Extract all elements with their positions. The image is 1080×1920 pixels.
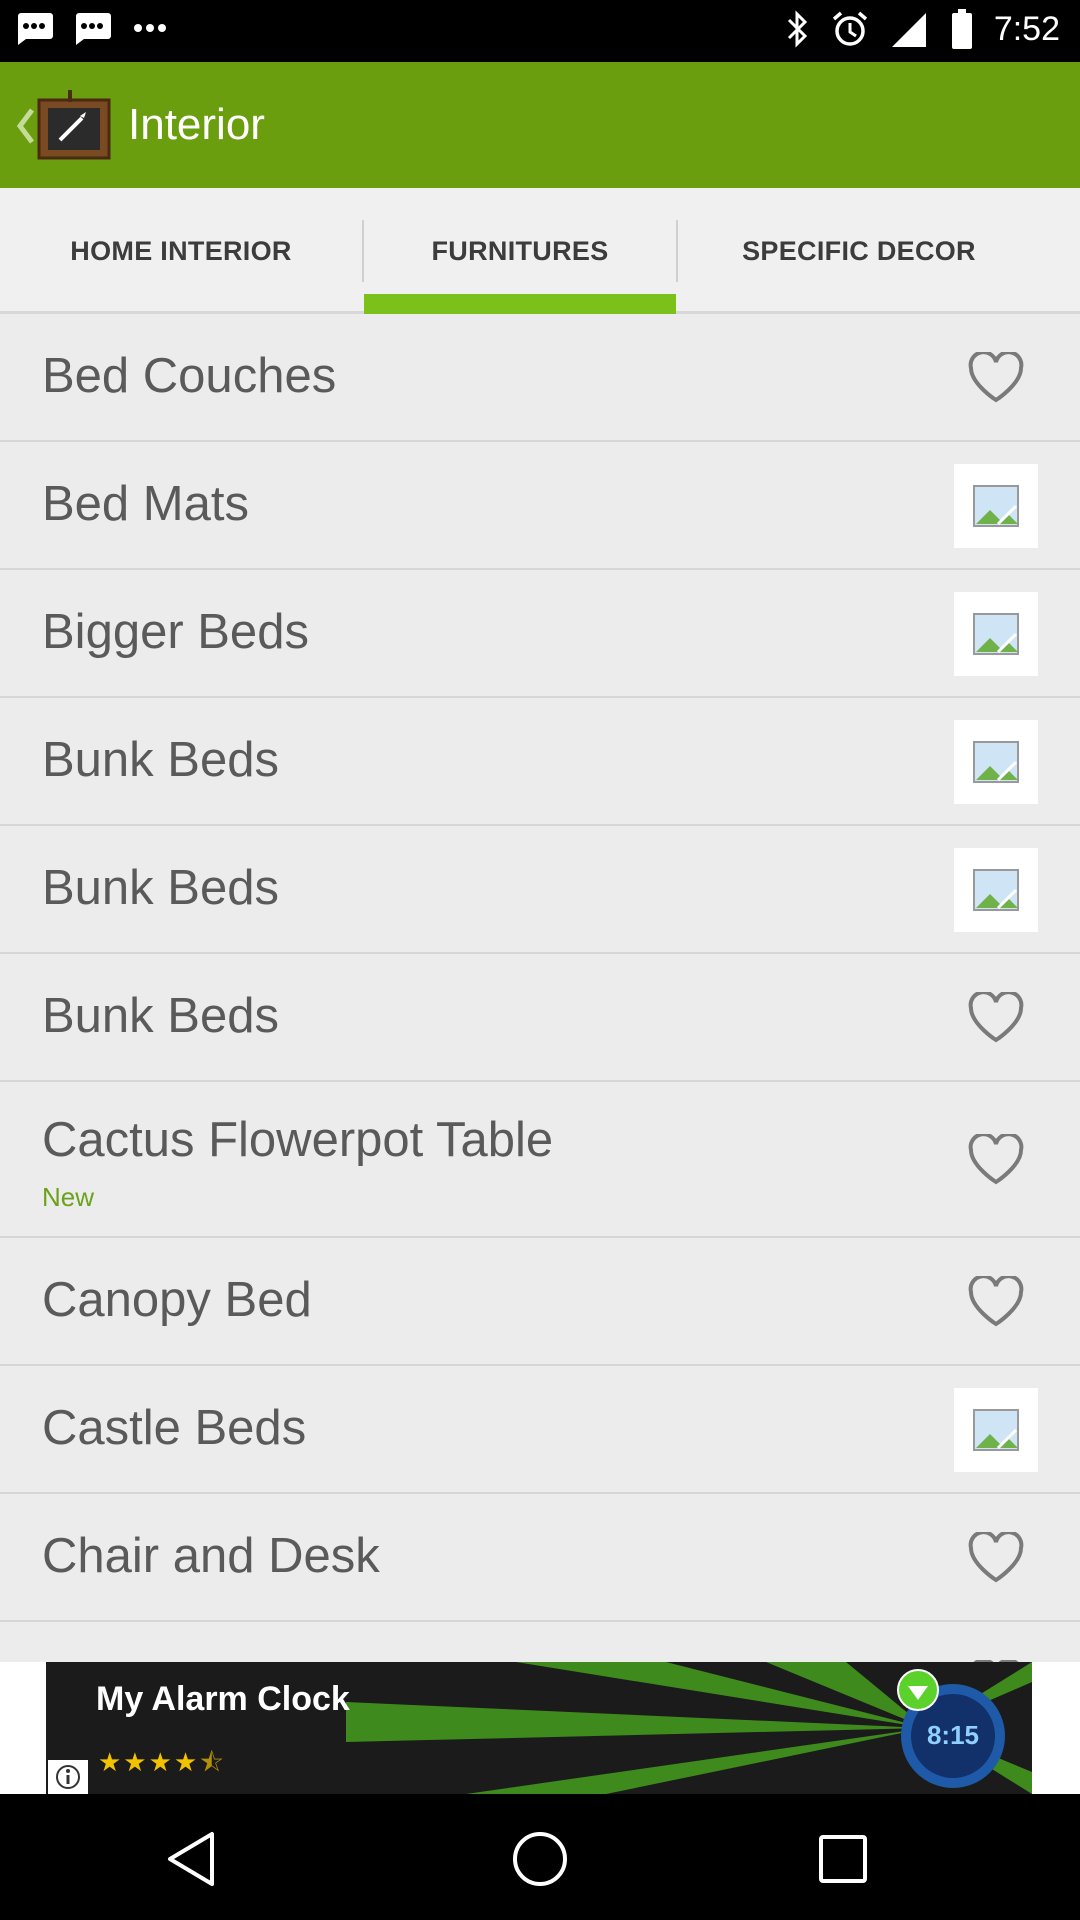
list-item-title: Bunk Beds (42, 861, 279, 915)
navigation-bar (0, 1794, 1080, 1920)
message-icon (76, 13, 111, 45)
download-arrow-icon (897, 1669, 939, 1711)
list-item[interactable]: Bunk Beds (0, 954, 1080, 1082)
back-triangle-icon[interactable] (156, 1824, 226, 1894)
app-logo-icon[interactable] (36, 88, 112, 160)
list-item[interactable]: Bunk Beds (0, 826, 1080, 954)
tab-furnitures[interactable]: FURNITURES (364, 188, 676, 314)
heart-icon[interactable] (954, 336, 1038, 420)
image-thumbnail-icon[interactable] (954, 848, 1038, 932)
list-item[interactable]: Bed Couches (0, 314, 1080, 442)
heart-icon[interactable] (954, 1516, 1038, 1600)
image-thumbnail-icon[interactable] (954, 720, 1038, 804)
list-item-title: Bed Mats (42, 477, 249, 531)
ad-banner[interactable]: My Alarm Clock ★★★★⯪ 8:15 (46, 1662, 1032, 1794)
list-item-title: Bunk Beds (42, 989, 279, 1043)
ad-rating-stars: ★★★★⯪ (98, 1747, 226, 1777)
heart-icon[interactable] (954, 976, 1038, 1060)
list-item[interactable]: Bunk Beds (0, 698, 1080, 826)
ad-area: My Alarm Clock ★★★★⯪ 8:15 (0, 1662, 1080, 1794)
tab-specific-decor[interactable]: SPECIFIC DECOR (678, 188, 1040, 314)
list-item-title: Bed Couches (42, 349, 337, 403)
list-item-title: Canopy Bed (42, 1273, 312, 1327)
ad-clock-text: 8:15 (927, 1720, 979, 1750)
list-item-title: Bigger Beds (42, 605, 309, 659)
furniture-list: Bed Couches Bed Mats Bigger Beds Bunk Be… (0, 314, 1080, 1662)
heart-icon[interactable] (954, 1118, 1038, 1202)
home-circle-icon[interactable] (505, 1824, 575, 1894)
tab-home-interior[interactable]: HOME INTERIOR (0, 188, 362, 314)
info-icon[interactable] (48, 1760, 88, 1794)
list-item[interactable]: Bigger Beds (0, 570, 1080, 698)
more-dots-icon (134, 24, 166, 32)
recents-square-icon[interactable] (808, 1824, 878, 1894)
list-item[interactable]: Cactus Flowerpot Table New (0, 1082, 1080, 1238)
app-bar: Interior (0, 62, 1080, 188)
bluetooth-icon (787, 10, 807, 48)
list-item-title: Bunk Beds (42, 733, 279, 787)
tab-bar: HOME INTERIOR FURNITURES SPECIFIC DECOR (0, 188, 1080, 314)
new-badge: New (42, 1182, 95, 1212)
signal-icon (891, 13, 926, 47)
status-time: 7:52 (993, 9, 1060, 48)
status-bar: 7:52 (0, 0, 1080, 62)
system-icons: 7:52 (786, 8, 1060, 50)
battery-icon (951, 9, 972, 49)
list-item[interactable]: Chair and Desk (0, 1494, 1080, 1622)
message-icon (18, 13, 53, 45)
image-thumbnail-icon[interactable] (954, 1388, 1038, 1472)
list-item[interactable]: Castle Beds (0, 1366, 1080, 1494)
list-item-title: Castle Beds (42, 1401, 307, 1455)
alarm-icon (832, 11, 867, 46)
ad-title: My Alarm Clock (96, 1680, 350, 1718)
app-title: Interior (128, 100, 265, 149)
list-item-partial[interactable] (0, 1622, 1080, 1662)
notification-icons (14, 10, 170, 46)
image-thumbnail-icon[interactable] (954, 464, 1038, 548)
image-thumbnail-icon[interactable] (954, 592, 1038, 676)
list-item-title: Chair and Desk (42, 1529, 380, 1583)
heart-icon[interactable] (954, 1644, 1038, 1662)
list-item-title: Cactus Flowerpot Table (42, 1113, 554, 1167)
list-item[interactable]: Bed Mats (0, 442, 1080, 570)
list-item[interactable]: Canopy Bed (0, 1238, 1080, 1366)
heart-icon[interactable] (954, 1260, 1038, 1344)
